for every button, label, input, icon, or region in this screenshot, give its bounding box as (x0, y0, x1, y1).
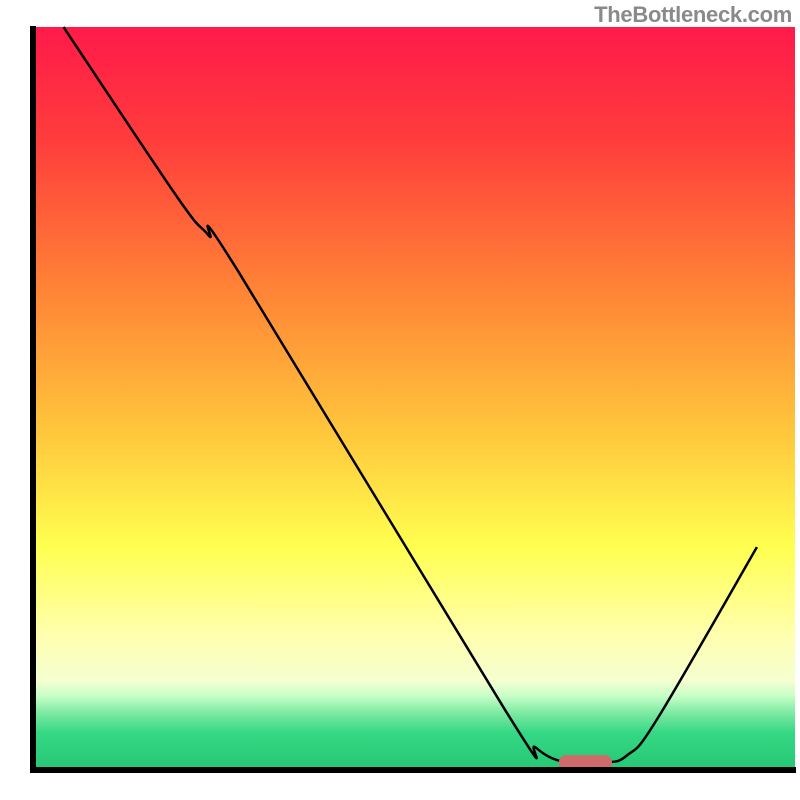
bottleneck-chart (0, 0, 800, 800)
chart-background (33, 27, 795, 770)
chart-container: TheBottleneck.com (0, 0, 800, 800)
watermark-text: TheBottleneck.com (594, 2, 792, 28)
